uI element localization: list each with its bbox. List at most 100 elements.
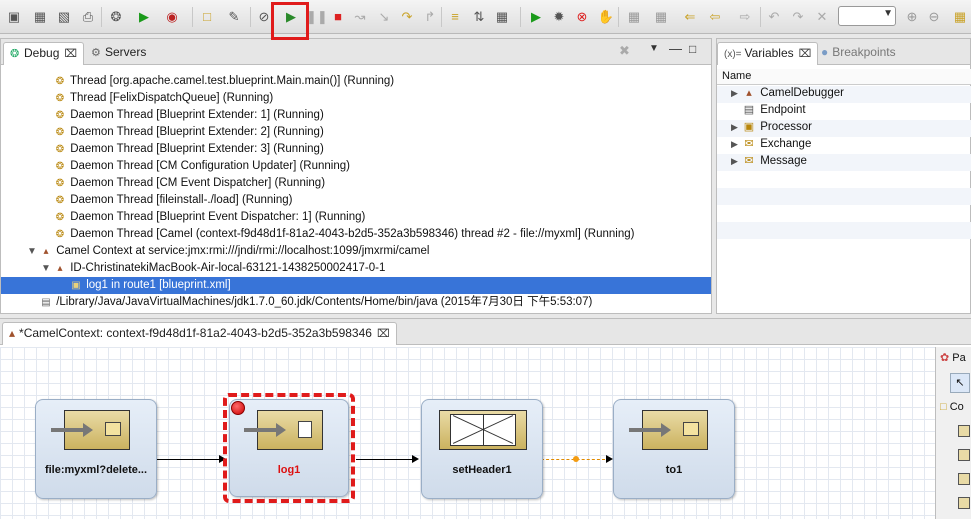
route-node-log1[interactable]: log1 [229,399,349,497]
tree-row-camel-context[interactable]: ▼ ▴ Camel Context at service:jmx:rmi:///j… [1,243,711,260]
run-icon[interactable]: ▶ [134,8,154,26]
tree-row-java-process[interactable]: ▤ /Library/Java/JavaVirtualMachines/jdk1… [1,294,711,311]
run-settings-icon[interactable]: ✹ [549,8,569,26]
zoom-out-icon[interactable]: ⊖ [924,8,944,26]
step-return-icon[interactable]: ↱ [420,8,440,26]
tab-servers[interactable]: ⚙ Servers [85,42,152,65]
endpoint-icon: ▣ [71,280,81,291]
tree-row-thread[interactable]: ❂ Daemon Thread [Blueprint Extender: 1] … [1,107,711,124]
tab-debug[interactable]: ❂ Debug ⌧ [3,42,85,65]
prev-edit-icon[interactable]: ⇐ [680,8,700,26]
variables-column-header[interactable]: Name [717,69,971,85]
use-step-filters-icon[interactable]: ⇅ [469,8,489,26]
tree-row-context-id[interactable]: ▼ ▴ ID-ChristinatekiMacBook-Air-local-631… [1,260,711,277]
debug-icon[interactable]: ❂ [106,8,126,26]
back-icon[interactable]: ⇦ [705,8,725,26]
stop-icon[interactable]: ⊗ [572,8,592,26]
route-node-setheader[interactable]: setHeader1 [421,399,543,499]
chevron-right-icon[interactable]: ▶ [731,153,741,170]
tree-row-thread[interactable]: ❂ Thread [org.apache.camel.test.blueprin… [1,73,711,90]
variable-row-endpoint[interactable]: ▤ Endpoint [717,102,971,119]
forward-icon[interactable]: ⇨ [735,8,755,26]
hand-icon[interactable]: ✋ [596,8,616,26]
route-node-from[interactable]: file:myxml?delete... [35,399,157,499]
close-icon[interactable]: ⌧ [799,48,812,60]
connector-line [356,459,412,460]
processor-icon: ▣ [743,121,755,133]
route-canvas[interactable]: file:myxml?delete... log1 setHeader1 to1 [0,347,935,519]
tree-row-log1[interactable]: ▣ log1 in route1 [blueprint.xml] [1,277,711,294]
step-into-icon[interactable]: ↘ [374,8,394,26]
thread-icon: ❂ [55,110,65,121]
tree-row-thread[interactable]: ❂ Daemon Thread [Blueprint Extender: 3] … [1,141,711,158]
undo-icon[interactable]: ↶ [764,8,784,26]
chevron-down-icon[interactable]: ▼ [39,260,53,277]
tab-breakpoints[interactable]: ● Breakpoints [815,42,902,65]
zoom-combo[interactable]: ▼ [838,6,896,26]
chevron-right-icon[interactable]: ▶ [731,119,741,136]
chevron-down-icon[interactable]: ▼ [25,243,39,260]
suspend-icon[interactable]: ❚❚ [306,8,328,26]
log-icon [244,410,323,450]
drop-frame-icon[interactable]: ≡ [445,8,465,26]
variable-row-processor[interactable]: ▶ ▣ Processor [717,119,971,136]
new-icon[interactable]: ▣ [4,8,24,26]
breakpoints-icon: ● [821,45,829,59]
variable-row-exchange[interactable]: ▶ ✉ Exchange [717,136,971,153]
select-tool-icon[interactable]: ↖ [950,373,970,393]
redo-icon[interactable]: ↷ [788,8,808,26]
connector-midpoint[interactable] [573,456,579,462]
close-icon[interactable]: ⌧ [64,48,77,60]
tree-row-thread[interactable]: ❂ Daemon Thread [Camel (context-f9d48d1f… [1,226,711,243]
tree-row-thread[interactable]: ❂ Daemon Thread [CM Event Dispatcher] (R… [1,175,711,192]
route-node-to1[interactable]: to1 [613,399,735,499]
camel-icon: ▴ [746,87,752,99]
debug-config-icon[interactable]: ▦ [492,8,512,26]
view-menu-icon[interactable]: ▼ [649,43,659,54]
run-last-icon[interactable]: ▶ [526,8,546,26]
terminate-icon[interactable]: ■ [328,8,348,26]
perspective-icon[interactable]: ▦ [950,8,970,26]
close-icon[interactable]: ⌧ [377,328,390,340]
breakpoint-icon[interactable] [231,401,245,415]
save-icon[interactable]: ▦ [30,8,50,26]
chevron-right-icon[interactable]: ▶ [731,85,741,102]
camel-icon: ▴ [57,263,63,274]
tree-row-thread[interactable]: ❂ Daemon Thread [Blueprint Event Dispatc… [1,209,711,226]
main-toolbar: ▣ ▦ ▧ ⎙ ❂ ▶ ◉ □ ✎ ⊘ ▶ ❚❚ ■ ↝ ↘ ↷ ↱ ≡ ⇅ ▦… [0,0,971,34]
save-all-icon[interactable]: ▧ [54,8,74,26]
chevron-right-icon[interactable]: ▶ [731,136,741,153]
palette-item-icon[interactable] [958,425,970,437]
folder-icon [629,410,708,450]
tab-camel-context[interactable]: ▴ *CamelContext: context-f9d48d1f-81a2-40… [2,322,397,345]
tab-variables[interactable]: (x)= Variables ⌧ [717,42,819,65]
thread-icon: ❂ [55,93,65,104]
zoom-in-icon[interactable]: ⊕ [902,8,922,26]
palette-item-icon[interactable] [958,449,970,461]
tree-row-thread[interactable]: ❂ Daemon Thread [Blueprint Extender: 2] … [1,124,711,141]
palette-item-icon[interactable] [958,497,970,509]
remove-terminated-icon[interactable]: ✖ [619,43,630,59]
variable-row-camel-debugger[interactable]: ▶ ▴ CamelDebugger [717,85,971,102]
setheader-icon [439,410,527,450]
print-icon[interactable]: ⎙ [78,8,98,26]
thread-icon: ❂ [55,161,65,172]
open-folder-icon[interactable]: □ [197,8,217,26]
minimize-icon[interactable]: — [669,41,682,56]
tree-row-thread[interactable]: ❂ Daemon Thread [CM Configuration Update… [1,158,711,175]
thread-icon: ❂ [55,127,65,138]
tree-row-thread[interactable]: ❂ Daemon Thread [fileinstall-./load] (Ru… [1,192,711,209]
pencil-icon[interactable]: ✎ [224,8,244,26]
maximize-icon[interactable]: □ [689,42,696,56]
step-over-icon[interactable]: ↷ [397,8,417,26]
palette-item-icon[interactable] [958,473,970,485]
disconnect-icon[interactable]: ↝ [350,8,370,26]
palette-section[interactable]: □ Co [940,401,964,413]
annotation-icon[interactable]: ▦ [624,8,644,26]
annotation-next-icon[interactable]: ▦ [651,8,671,26]
external-tools-icon[interactable]: ◉ [162,8,182,26]
tree-row-thread[interactable]: ❂ Thread [FelixDispatchQueue] (Running) [1,90,711,107]
variable-row-message[interactable]: ▶ ✉ Message [717,153,971,170]
thread-icon: ❂ [55,178,65,189]
delete-icon[interactable]: ✕ [812,8,832,26]
